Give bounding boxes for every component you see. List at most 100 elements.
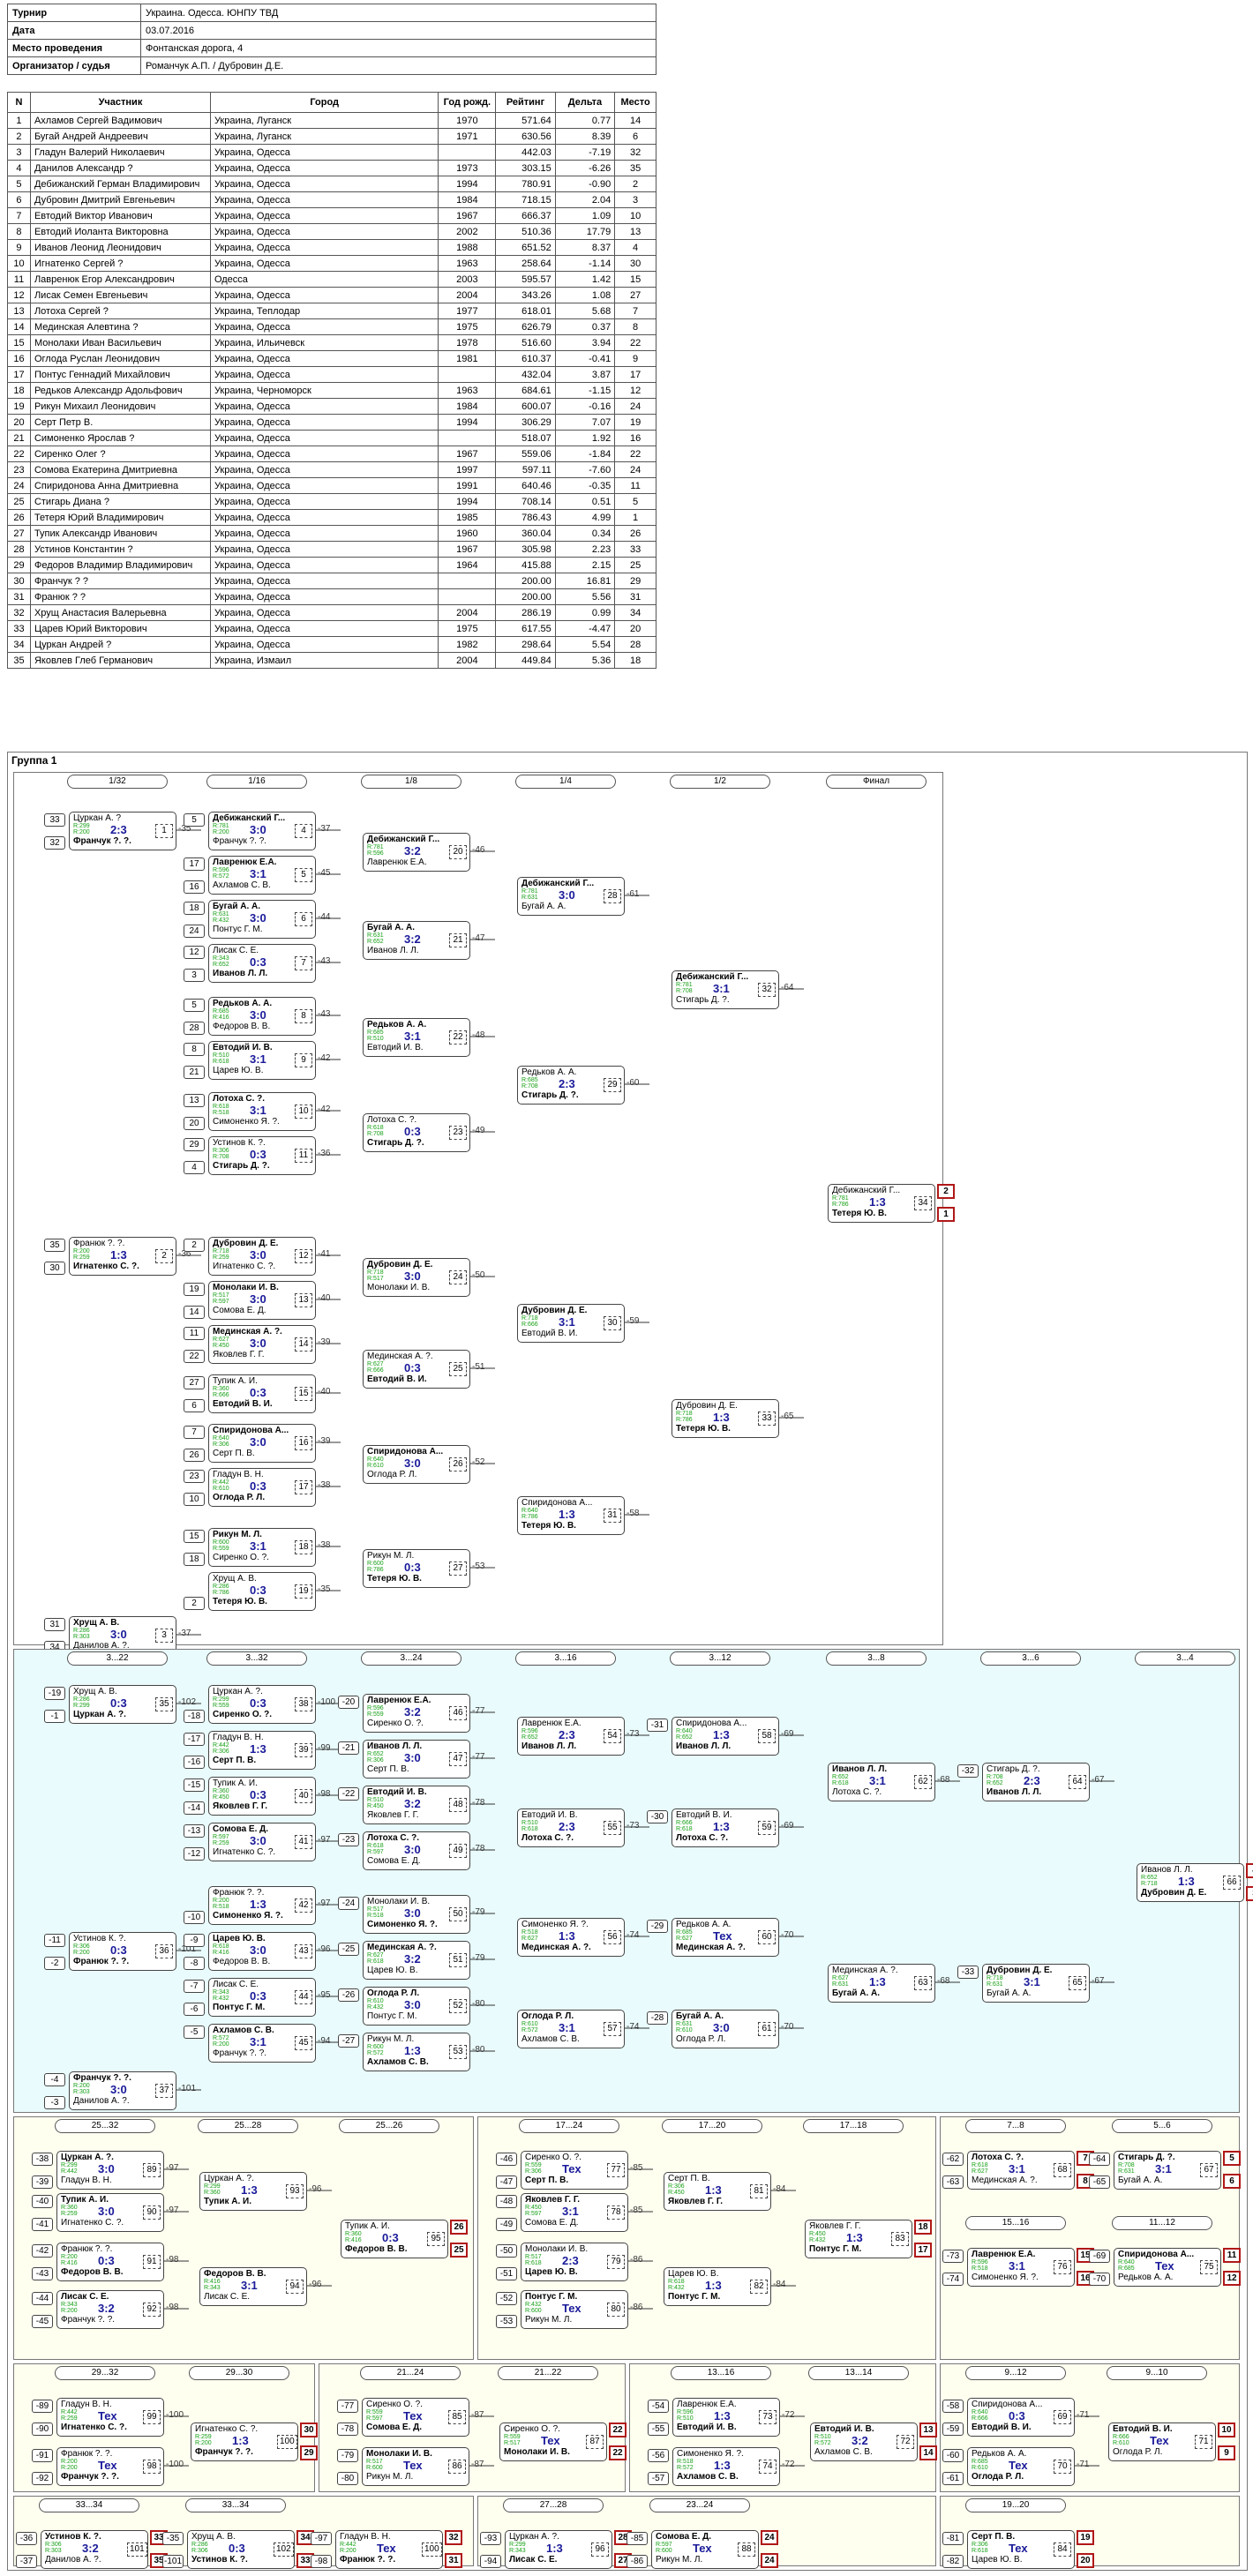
next-match-link: -73: [626, 1729, 640, 1739]
seed-top: -26: [338, 1988, 359, 2002]
match-number: 83: [891, 2232, 909, 2246]
rating-top: R:559: [504, 2434, 521, 2440]
rating-bottom: R:303: [45, 2548, 62, 2554]
player-top: Тупик А. И.: [61, 2195, 109, 2205]
table-cell: 28: [7, 541, 31, 558]
seed-bottom: -43: [32, 2267, 53, 2280]
table-row: 8 Евтодий Иоланта Викторовна Украина, Одес…: [7, 223, 657, 240]
rating-top: R:781: [832, 1195, 849, 1202]
table-row: 7 Евтодий Виктор Иванович Украина, Одесса 1…: [7, 207, 657, 224]
table-cell: 24: [7, 477, 31, 494]
info-key: Турнир: [7, 4, 141, 22]
next-match-link: -69: [781, 1821, 794, 1831]
seed-top: -81: [942, 2532, 964, 2545]
table-cell: Украина, Одесса: [209, 287, 439, 303]
match-score: 3:1: [404, 1030, 421, 1043]
rating-bottom: R:518: [972, 2265, 988, 2272]
player-top: Устинов К. ?.: [73, 1934, 126, 1943]
table-cell: 30: [7, 573, 31, 589]
table-cell: -0.41: [554, 350, 616, 367]
place-bottom: 24: [761, 2553, 778, 2568]
table-cell: 12: [614, 382, 657, 399]
rating-top: R:306: [972, 2542, 988, 2548]
match-score: 0:3: [404, 1361, 421, 1374]
place-top: 22: [609, 2422, 626, 2437]
next-match-link: -49: [472, 1126, 485, 1135]
table-row: 2 Бугай Андрей Андреевич Украина, Луганск 1…: [7, 128, 657, 145]
place-bottom: 17: [914, 2243, 932, 2258]
match-score: 3:0: [559, 888, 575, 902]
table-cell: 0.34: [554, 525, 616, 542]
rating-top: R:517: [367, 1906, 384, 1913]
match-score: Тех: [98, 2459, 117, 2472]
table-cell: Украина, Одесса: [209, 191, 439, 208]
rating-bottom: R:610: [367, 1463, 384, 1469]
player-top: Яковлев Г. Г.: [525, 2195, 581, 2205]
player-top: Стигарь Д. ?.: [987, 1764, 1040, 1774]
next-match-link: -65: [781, 1412, 794, 1421]
seed-top: -5: [184, 2026, 205, 2039]
match-score: 1:3: [705, 2183, 722, 2197]
table-cell: 306.29: [495, 414, 556, 431]
table-cell: 0.51: [554, 493, 616, 510]
next-match-link: -79: [472, 1953, 485, 1963]
table-cell: 200.00: [495, 588, 556, 605]
rating-bottom: R:618: [213, 1059, 229, 1065]
table-cell: 510.36: [495, 223, 556, 240]
round-header: 3...4: [1135, 1651, 1235, 1666]
table-cell: Украина, Одесса: [209, 477, 439, 494]
bracket-13-16: 13...16 13...14 Лавренюк Е.А. R:596 R:510 1:3…: [629, 2363, 937, 2492]
seed-top: -97: [311, 2532, 332, 2545]
table-cell: 16.81: [554, 573, 616, 589]
table-cell: 610.37: [495, 350, 556, 367]
table-cell: Тетеря Юрий Владимирович: [29, 509, 211, 526]
table-cell: 1964: [438, 557, 497, 573]
table-cell: -7.19: [554, 144, 616, 161]
table-cell: 5.54: [554, 636, 616, 653]
table-cell: Понтус Геннадий Михайлович: [29, 366, 211, 383]
next-match-link: -86: [630, 2303, 643, 2312]
table-cell: 780.91: [495, 176, 556, 192]
match-number: 54: [604, 1729, 621, 1743]
next-match-link: -47: [472, 933, 485, 943]
seed-bottom: 18: [184, 1553, 205, 1566]
table-cell: 17.79: [554, 223, 616, 240]
info-key: Дата: [7, 21, 141, 40]
rating-top: R:631: [676, 2021, 693, 2027]
column-header: N: [7, 92, 31, 113]
table-cell: 18: [614, 652, 657, 669]
table-row: 21 Симоненко Ярослав ? Украина, Одесса 518.…: [7, 430, 657, 446]
table-row: 32 Хрущ Анастасия Валерьевна Украина, Одес…: [7, 604, 657, 621]
next-match-link: -40: [318, 1293, 331, 1303]
match-number: 33: [758, 1412, 776, 1426]
seed-top: -19: [44, 1687, 65, 1700]
place-bottom: 31: [445, 2553, 462, 2568]
table-cell: 3.94: [554, 334, 616, 351]
seed-bottom: -59: [942, 2422, 964, 2436]
rating-bottom: R:432: [367, 2004, 384, 2011]
match-number: 12: [295, 1249, 312, 1263]
match-score: 1:3: [559, 1508, 575, 1521]
table-cell: 1994: [438, 176, 497, 192]
rating-bottom: R:597: [525, 2211, 542, 2217]
seed-top: -79: [337, 2449, 358, 2462]
match-score: 3:1: [1009, 2162, 1025, 2175]
rating-bottom: R:631: [521, 895, 538, 901]
match-score: 0:3: [250, 1788, 266, 1801]
table-cell: -4.47: [554, 620, 616, 637]
match-score: 2:3: [110, 823, 127, 836]
next-match-link: -67: [1092, 1976, 1105, 1986]
rating-bottom: R:450: [213, 1343, 229, 1349]
match-number: 42: [295, 1898, 312, 1913]
table-cell: 17: [7, 366, 31, 383]
seed-bottom: -1: [44, 1710, 65, 1723]
rating-bottom: R:442: [61, 2168, 78, 2175]
rating-top: R:442: [61, 2409, 78, 2415]
seed-bottom: 32: [44, 836, 65, 850]
match-number: 19: [295, 1584, 312, 1599]
table-cell: 4.99: [554, 509, 616, 526]
match-number: 6: [295, 912, 312, 926]
rating-bottom: R:259: [61, 2211, 78, 2217]
seed-top: 17: [184, 857, 205, 871]
seed-top: -27: [338, 2034, 359, 2048]
